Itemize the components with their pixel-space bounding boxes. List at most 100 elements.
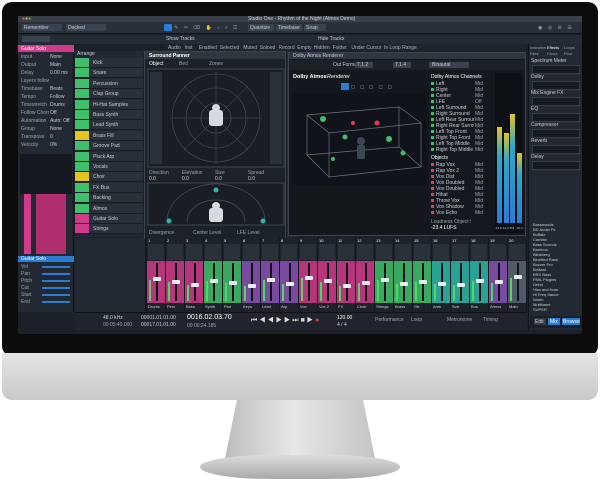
track-list-dropdown[interactable] bbox=[22, 36, 50, 42]
browser-section-title[interactable]: EQ bbox=[531, 106, 581, 112]
mixer-insert-slots[interactable] bbox=[452, 244, 468, 260]
mixer-insert-slots[interactable] bbox=[414, 244, 430, 260]
panner-tab[interactable]: Object bbox=[149, 61, 177, 67]
mixer-insert-slots[interactable] bbox=[205, 244, 221, 260]
track-row[interactable]: Hi-Hat Samples bbox=[75, 99, 143, 110]
arrow-tool-icon[interactable] bbox=[164, 24, 172, 31]
inspector-row-value[interactable]: 0% bbox=[50, 142, 72, 148]
track-row[interactable]: Guitar Solo bbox=[75, 214, 143, 224]
inspector-row-value[interactable]: 0 bbox=[50, 134, 72, 140]
inspector-sub-slider[interactable] bbox=[42, 287, 70, 289]
mixer-insert-slots[interactable] bbox=[167, 244, 183, 260]
edit-tools-icons[interactable]: ✎ ✂ ⌫ ✋ ♪ ⌕ ◫ bbox=[174, 25, 244, 31]
renderer-element-value[interactable]: Mid bbox=[475, 147, 489, 153]
mixer-fader-cap[interactable] bbox=[399, 282, 408, 287]
inspector-row-value[interactable]: Off bbox=[50, 110, 72, 116]
mixer-fader-cap[interactable] bbox=[152, 277, 161, 282]
mixer-fader-cap[interactable] bbox=[456, 283, 465, 288]
inspector-row-value[interactable]: None bbox=[50, 54, 72, 60]
mixer-insert-slots[interactable] bbox=[300, 244, 316, 260]
browser-section-title[interactable]: Mix Engine FX bbox=[531, 90, 581, 96]
track-filter-10[interactable]: Under Cursor bbox=[351, 45, 383, 51]
inspector-sub-row[interactable]: End bbox=[21, 299, 41, 305]
transport-label[interactable]: Performance bbox=[375, 317, 409, 323]
mixer-fader-cap[interactable] bbox=[437, 281, 446, 286]
renderer-object[interactable]: Vox Echo bbox=[436, 210, 474, 216]
browser-section-title[interactable]: Spectrum Meter bbox=[531, 58, 581, 64]
mixer-insert-slots[interactable] bbox=[395, 244, 411, 260]
track-filter-7[interactable]: Empty bbox=[297, 45, 313, 51]
inspector-sub-row[interactable]: Pitch bbox=[21, 278, 41, 284]
transport-label[interactable]: Timing bbox=[483, 317, 517, 323]
browse-button[interactable]: Browse bbox=[562, 318, 580, 325]
mixer-fader-cap[interactable] bbox=[266, 278, 275, 283]
mixer-insert-slots[interactable] bbox=[262, 244, 278, 260]
quantize-button[interactable]: Quantize bbox=[248, 24, 274, 31]
inspector-row-value[interactable]: Main bbox=[50, 62, 72, 68]
inspector-row-value[interactable]: 0.00 ms bbox=[50, 70, 72, 76]
mixer-fader-cap[interactable] bbox=[418, 279, 427, 284]
inspector-sub-row[interactable]: Cut bbox=[21, 285, 41, 291]
track-row[interactable]: Clap Group bbox=[75, 89, 143, 100]
mixer-fader-cap[interactable] bbox=[247, 284, 256, 289]
track-row[interactable]: Pluck Arp bbox=[75, 151, 143, 162]
mixer-insert-slots[interactable] bbox=[243, 244, 259, 260]
mixer-fader-cap[interactable] bbox=[513, 275, 522, 280]
panner-top-view[interactable] bbox=[147, 68, 285, 168]
mixer-insert-slots[interactable] bbox=[281, 244, 297, 260]
browser-item[interactable]: SUPER bbox=[533, 307, 581, 312]
browser-section-title[interactable]: Dolby bbox=[531, 74, 581, 80]
snap-button[interactable]: Snap bbox=[304, 24, 326, 31]
panner-tab[interactable]: Bed bbox=[179, 61, 207, 67]
tempo-value[interactable]: 120.00 bbox=[337, 315, 367, 321]
browser-tab[interactable]: Files bbox=[530, 51, 546, 57]
mixer-insert-slots[interactable] bbox=[433, 244, 449, 260]
mixer-fader-cap[interactable] bbox=[494, 280, 503, 285]
track-row[interactable]: Strings bbox=[75, 224, 143, 235]
mixer-fader-cap[interactable] bbox=[285, 282, 294, 286]
mixer-fader-cap[interactable] bbox=[304, 275, 313, 280]
track-row[interactable]: Brass Fill bbox=[75, 130, 143, 141]
output-format-select[interactable]: 7.1.2 bbox=[355, 62, 373, 68]
track-row[interactable]: Groove Pad bbox=[75, 141, 143, 152]
browser-section-title[interactable]: Delay bbox=[531, 154, 581, 160]
inspector-row-value[interactable]: Drums bbox=[50, 102, 72, 108]
inspector-row-value[interactable]: Beats bbox=[50, 86, 72, 92]
track-row[interactable]: Kick bbox=[75, 58, 143, 68]
preset-dropdown[interactable]: Remember bbox=[22, 24, 62, 31]
track-row[interactable]: Backing bbox=[75, 193, 143, 204]
mixer-insert-slots[interactable] bbox=[148, 244, 164, 260]
track-filter-8[interactable]: Hidden bbox=[314, 45, 332, 51]
inspector-row-value[interactable]: None bbox=[50, 126, 72, 132]
mixer-insert-slots[interactable] bbox=[186, 244, 202, 260]
mixer-insert-slots[interactable] bbox=[319, 244, 335, 260]
inspector-row-value[interactable]: Follow bbox=[50, 94, 72, 100]
binaural-mode-select[interactable]: Binaural bbox=[429, 62, 469, 68]
mixer-fader-cap[interactable] bbox=[323, 279, 332, 284]
track-filter-11[interactable]: In Loop Range bbox=[384, 45, 418, 51]
track-row[interactable]: Lead Synth bbox=[75, 120, 143, 131]
mixer-insert-slots[interactable] bbox=[490, 244, 506, 260]
mixer-fader-cap[interactable] bbox=[475, 278, 484, 283]
mixer-fader-cap[interactable] bbox=[190, 282, 199, 287]
inspector-sub-row[interactable]: Pan bbox=[21, 271, 41, 277]
mixer-insert-slots[interactable] bbox=[338, 244, 354, 260]
panner-side-view[interactable] bbox=[147, 182, 285, 226]
browser-tab[interactable]: Cloud bbox=[547, 51, 563, 57]
browser-section-title[interactable]: Reverb bbox=[531, 138, 581, 144]
track-row[interactable]: Bass Synth bbox=[75, 110, 143, 120]
inspector-sub-slider[interactable] bbox=[42, 301, 70, 303]
mixer-insert-slots[interactable] bbox=[376, 244, 392, 260]
inspector-sub-slider[interactable] bbox=[42, 280, 70, 282]
inspector-fader-strip[interactable] bbox=[24, 194, 31, 254]
inspector-sub-row[interactable]: Vol bbox=[21, 264, 41, 270]
speaker-config-select[interactable]: 7.1.4 bbox=[393, 62, 411, 68]
mixer-insert-slots[interactable] bbox=[357, 244, 373, 260]
mixer-fader-cap[interactable] bbox=[380, 277, 389, 282]
renderer-element[interactable]: Right Top Middle bbox=[436, 147, 474, 153]
browser-tab[interactable]: Pool bbox=[564, 51, 580, 57]
track-row[interactable]: Choir bbox=[75, 172, 143, 183]
view-selector[interactable]: ◻◻◻◻◻ bbox=[293, 83, 427, 91]
inspector-sub-row[interactable]: Start bbox=[21, 292, 41, 298]
mixer-insert-slots[interactable] bbox=[509, 244, 525, 260]
